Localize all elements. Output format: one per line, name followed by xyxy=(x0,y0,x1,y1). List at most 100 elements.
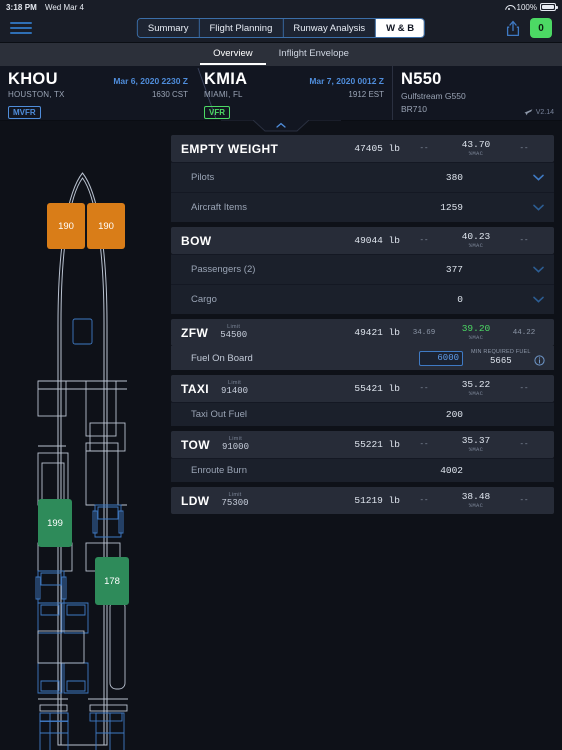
row-mac: 39.20 %MAC xyxy=(448,324,504,341)
departure-wx-badge[interactable]: MVFR xyxy=(8,106,41,119)
tab-runway-analysis[interactable]: Runway Analysis xyxy=(283,19,376,37)
row-mac: 35.22 %MAC xyxy=(448,380,504,397)
arrival-block[interactable]: KMIA Mar 7, 2020 0012 Z MIAMI, FL 1912 E… xyxy=(196,66,392,120)
app-root: 3:18 PM Wed Mar 4 100% Summary Flight Pl… xyxy=(0,0,562,750)
row-cg-right: -- xyxy=(504,145,544,153)
row-cg-right: -- xyxy=(504,497,544,505)
arrival-local-time: 1912 EST xyxy=(348,90,384,99)
aircraft-seating-diagram[interactable]: 190 190 199 178 xyxy=(0,133,165,750)
wb-row-tow[interactable]: TOW Limit 91000 55221 lb -- 35.37 %MAC -… xyxy=(171,431,554,458)
share-icon[interactable] xyxy=(506,20,520,37)
row-weight: 49044 lb xyxy=(326,235,400,246)
departure-icao: KHOU xyxy=(8,70,58,89)
subrow-label: Passengers (2) xyxy=(191,264,255,275)
subtab-overview[interactable]: Overview xyxy=(200,45,266,65)
row-weight: 55421 lb xyxy=(326,383,400,394)
aircraft-tail-number: N550 xyxy=(401,70,554,89)
wb-row-zfw[interactable]: ZFW Limit 54500 49421 lb 34.69 39.20 %MA… xyxy=(171,319,554,346)
row-limit: Limit 91000 xyxy=(222,437,249,453)
wb-row-empty-weight[interactable]: EMPTY WEIGHT 47405 lb -- 43.70 %MAC -- xyxy=(171,135,554,162)
wb-subrow-taxi-out-fuel[interactable]: Taxi Out Fuel 200 xyxy=(171,402,554,426)
status-date: Wed Mar 4 xyxy=(45,3,84,12)
subrow-value: 380 xyxy=(389,172,463,183)
aircraft-block[interactable]: N550 Gulfstream G550 BR710 V2.14 xyxy=(392,66,562,120)
fuel-on-board-input[interactable] xyxy=(419,351,463,366)
aircraft-type: Gulfstream G550 xyxy=(401,91,554,101)
row-label: BOW xyxy=(181,234,212,248)
wb-subtab-group: Overview Inflight Envelope xyxy=(0,43,562,66)
wb-subrow-aircraft-items[interactable]: Aircraft Items 1259 xyxy=(171,192,554,222)
row-cg-left: -- xyxy=(400,441,448,449)
wb-row-ldw[interactable]: LDW Limit 75300 51219 lb -- 38.48 %MAC -… xyxy=(171,487,554,514)
subrow-value: 0 xyxy=(389,294,463,305)
header-collapse-handle[interactable] xyxy=(0,121,562,133)
subrow-value: 4002 xyxy=(389,465,463,476)
app-version-label: V2.14 xyxy=(524,108,554,116)
arrival-icao: KMIA xyxy=(204,70,247,89)
subrow-label: Cargo xyxy=(191,294,217,305)
row-label: EMPTY WEIGHT xyxy=(181,142,278,156)
chevron-down-icon[interactable] xyxy=(533,174,544,181)
chevron-down-icon[interactable] xyxy=(533,296,544,303)
wb-group-empty-weight: EMPTY WEIGHT 47405 lb -- 43.70 %MAC -- P… xyxy=(171,135,554,222)
wb-group-bow: BOW 49044 lb -- 40.23 %MAC -- Passengers… xyxy=(171,227,554,314)
departure-zulu-time: Mar 6, 2020 2230 Z xyxy=(113,76,188,86)
subrow-value: 377 xyxy=(389,264,463,275)
row-weight: 47405 lb xyxy=(326,143,400,154)
main-content: 190 190 199 178 EMPTY WEIGHT 47405 lb --… xyxy=(0,133,562,750)
row-weight: 51219 lb xyxy=(326,495,400,506)
wb-row-bow[interactable]: BOW 49044 lb -- 40.23 %MAC -- xyxy=(171,227,554,254)
info-icon[interactable] xyxy=(534,353,545,364)
subrow-label: Aircraft Items xyxy=(191,202,247,213)
wb-subrow-cargo[interactable]: Cargo 0 xyxy=(171,284,554,314)
pax-seat-left[interactable]: 199 xyxy=(38,499,72,547)
hamburger-menu-icon[interactable] xyxy=(10,19,32,37)
subrow-value: 1259 xyxy=(389,202,463,213)
wifi-icon xyxy=(505,4,514,11)
wb-subrow-pilots[interactable]: Pilots 380 xyxy=(171,162,554,192)
row-label: ZFW xyxy=(181,326,208,340)
chevron-down-icon[interactable] xyxy=(533,266,544,273)
ios-status-bar: 3:18 PM Wed Mar 4 100% xyxy=(0,0,562,14)
row-cg-right: -- xyxy=(504,237,544,245)
subrow-label: Enroute Burn xyxy=(191,465,247,476)
row-cg-left: -- xyxy=(400,497,448,505)
wb-subrow-passengers[interactable]: Passengers (2) 377 xyxy=(171,254,554,284)
main-tab-group: Summary Flight Planning Runway Analysis … xyxy=(137,18,425,38)
chevron-down-icon[interactable] xyxy=(533,204,544,211)
wb-subrow-fuel-on-board[interactable]: Fuel On Board MIN REQUIRED FUEL 5665 xyxy=(171,346,554,370)
wb-group-taxi: TAXI Limit 91400 55421 lb -- 35.22 %MAC … xyxy=(171,375,554,426)
subrow-label: Fuel On Board xyxy=(191,353,253,364)
battery-icon xyxy=(540,3,556,11)
wb-subrow-enroute-burn[interactable]: Enroute Burn 4002 xyxy=(171,458,554,482)
wb-group-tow: TOW Limit 91000 55221 lb -- 35.37 %MAC -… xyxy=(171,431,554,482)
row-cg-right: -- xyxy=(504,385,544,393)
row-cg-left: 34.69 xyxy=(400,329,448,337)
wb-group-ldw: LDW Limit 75300 51219 lb -- 38.48 %MAC -… xyxy=(171,487,554,514)
pilot-seat-left[interactable]: 190 xyxy=(47,203,85,249)
row-mac: 35.37 %MAC xyxy=(448,436,504,453)
departure-block[interactable]: KHOU Mar 6, 2020 2230 Z HOUSTON, TX 1630… xyxy=(0,66,196,120)
notification-count-badge[interactable]: 0 xyxy=(530,18,552,38)
subrow-value: 200 xyxy=(389,409,463,420)
departure-city: HOUSTON, TX xyxy=(8,90,65,99)
row-weight: 49421 lb xyxy=(326,327,400,338)
row-cg-left: -- xyxy=(400,237,448,245)
row-mac: 38.48 %MAC xyxy=(448,492,504,509)
pilot-seat-right[interactable]: 190 xyxy=(87,203,125,249)
subtab-inflight-envelope[interactable]: Inflight Envelope xyxy=(266,45,362,65)
tab-summary[interactable]: Summary xyxy=(138,19,200,37)
tab-flight-planning[interactable]: Flight Planning xyxy=(200,19,284,37)
tab-wb[interactable]: W & B xyxy=(376,19,424,37)
arrival-wx-badge[interactable]: VFR xyxy=(204,106,230,119)
airplane-icon xyxy=(524,108,533,116)
row-cg-left: -- xyxy=(400,145,448,153)
arrival-zulu-time: Mar 7, 2020 0012 Z xyxy=(309,76,384,86)
top-navbar: Summary Flight Planning Runway Analysis … xyxy=(0,14,562,43)
pax-seat-right[interactable]: 178 xyxy=(95,557,129,605)
version-text: V2.14 xyxy=(536,109,554,116)
row-weight: 55221 lb xyxy=(326,439,400,450)
row-label: TOW xyxy=(181,438,210,452)
wb-row-taxi[interactable]: TAXI Limit 91400 55421 lb -- 35.22 %MAC … xyxy=(171,375,554,402)
flight-header: KHOU Mar 6, 2020 2230 Z HOUSTON, TX 1630… xyxy=(0,66,562,121)
